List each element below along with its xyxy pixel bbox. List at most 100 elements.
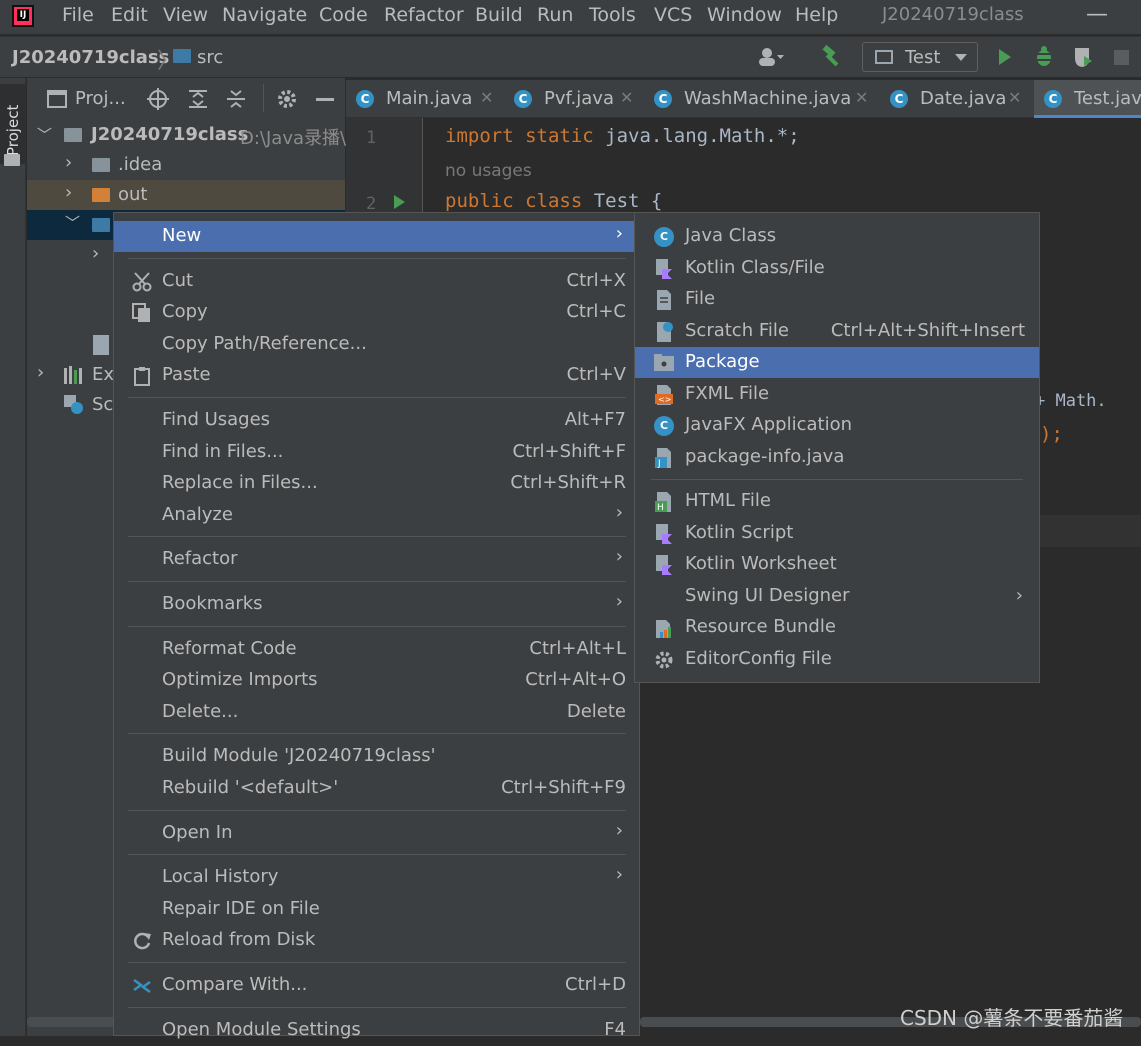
menu-item-local-history[interactable]: Local History › <box>114 862 639 893</box>
build-hammer-icon[interactable] <box>820 44 844 69</box>
hide-panel-icon[interactable] <box>316 98 334 101</box>
run-gutter-icon[interactable] <box>394 195 405 209</box>
stop-icon[interactable] <box>1114 50 1129 65</box>
reload-icon <box>132 931 152 951</box>
menu-item-reformat-code[interactable]: Reformat Code Ctrl+Alt+L <box>114 634 639 665</box>
new-item-java-class[interactable]: C Java Class <box>635 221 1039 252</box>
breadcrumb-project[interactable]: J20240719class <box>12 47 169 68</box>
run-configuration-select[interactable]: Test <box>862 42 978 72</box>
tab-pvf-java[interactable]: C Pvf.java ✕ <box>504 80 639 118</box>
menu-item-shortcut: Alt+F7 <box>564 409 626 430</box>
menu-item-paste[interactable]: Paste Ctrl+V <box>114 360 639 391</box>
config-icon <box>875 50 893 64</box>
menu-item-open-module-settings[interactable]: Open Module Settings F4 <box>114 1015 639 1046</box>
new-item-html-file[interactable]: H HTML File <box>635 486 1039 517</box>
new-item-kotlin-worksheet[interactable]: Kotlin Worksheet <box>635 549 1039 580</box>
menu-item-label: EditorConfig File <box>685 647 832 669</box>
new-item-package[interactable]: Package <box>635 347 1039 378</box>
menu-item-compare-with[interactable]: Compare With... Ctrl+D <box>114 970 639 1001</box>
tab-main-java[interactable]: C Main.java ✕ <box>346 80 501 118</box>
menu-navigate[interactable]: Navigate <box>222 4 307 26</box>
new-item-kotlin-class-file[interactable]: Kotlin Class/File <box>635 253 1039 284</box>
debug-bug-icon[interactable] <box>1033 45 1055 67</box>
close-icon[interactable]: ✕ <box>1008 88 1021 107</box>
new-item-resource-bundle[interactable]: Resource Bundle <box>635 612 1039 643</box>
breadcrumb-src[interactable]: src <box>197 47 223 68</box>
menu-view[interactable]: View <box>163 4 208 26</box>
close-icon[interactable]: ✕ <box>855 88 868 107</box>
menu-separator <box>128 962 626 963</box>
menu-window[interactable]: Window <box>707 4 782 26</box>
gear-icon[interactable] <box>276 88 298 110</box>
new-item-editorconfig-file[interactable]: EditorConfig File <box>635 644 1039 675</box>
menu-file[interactable]: File <box>62 4 94 26</box>
tree-item-idea[interactable]: › .idea <box>27 150 345 180</box>
menu-item-label: Copy Path/Reference... <box>162 332 367 354</box>
scratches-icon <box>64 395 84 415</box>
menu-item-refactor[interactable]: Refactor › <box>114 544 639 575</box>
menu-item-analyze[interactable]: Analyze › <box>114 500 639 531</box>
menu-item-label: Repair IDE on File <box>162 897 320 919</box>
menu-item-repair-ide-on-file[interactable]: Repair IDE on File <box>114 894 639 925</box>
new-item-scratch-file[interactable]: Scratch File Ctrl+Alt+Shift+Insert <box>635 316 1039 347</box>
menu-item-copy[interactable]: Copy Ctrl+C <box>114 297 639 328</box>
menu-refactor[interactable]: Refactor <box>384 4 464 26</box>
menu-item-new[interactable]: New › <box>114 221 639 252</box>
tree-item-out[interactable]: › out <box>27 180 345 210</box>
menu-item-reload-from-disk[interactable]: Reload from Disk <box>114 925 639 956</box>
minimize-button[interactable]: — <box>1086 2 1108 27</box>
menu-item-delete[interactable]: Delete... Delete <box>114 697 639 728</box>
new-item-fxml-file[interactable]: <> FXML File <box>635 379 1039 410</box>
menu-item-rebuild-default[interactable]: Rebuild '<default>' Ctrl+Shift+F9 <box>114 773 639 804</box>
menu-item-replace-in-files[interactable]: Replace in Files... Ctrl+Shift+R <box>114 468 639 499</box>
menu-item-label: Local History <box>162 866 279 888</box>
menu-item-optimize-imports[interactable]: Optimize Imports Ctrl+Alt+O <box>114 665 639 696</box>
project-tool-tab[interactable]: Project <box>0 84 26 164</box>
menu-build[interactable]: Build <box>475 4 523 26</box>
menu-separator <box>128 397 626 398</box>
menu-item-label: Find Usages <box>162 409 271 430</box>
menu-item-bookmarks[interactable]: Bookmarks › <box>114 589 639 620</box>
user-icon[interactable] <box>758 47 784 67</box>
menu-item-label: Kotlin Worksheet <box>685 553 837 574</box>
menu-separator <box>128 854 626 856</box>
menu-item-open-in[interactable]: Open In › <box>114 818 639 849</box>
new-item-package-info-java[interactable]: Jpackage-info.java <box>635 442 1039 473</box>
tab-date-java[interactable]: C Date.java ✕ <box>880 80 1030 118</box>
expand-all-icon[interactable] <box>187 88 209 110</box>
close-icon[interactable]: ✕ <box>620 88 633 107</box>
new-item-javafx-application[interactable]: C JavaFX Application <box>635 410 1039 441</box>
menu-item-copy-path-reference[interactable]: Copy Path/Reference... <box>114 329 639 360</box>
menu-item-shortcut: Ctrl+C <box>566 301 626 323</box>
menu-item-cut[interactable]: Cut Ctrl+X <box>114 266 639 297</box>
line-number: 2 <box>366 194 377 214</box>
menu-vcs[interactable]: VCS <box>654 4 692 26</box>
menu-edit[interactable]: Edit <box>111 4 148 26</box>
menu-separator <box>651 479 1023 480</box>
intellij-logo-icon[interactable]: IJ <box>12 5 34 27</box>
menu-help[interactable]: Help <box>795 4 838 26</box>
menu-item-label: Scratch File <box>685 319 789 341</box>
menu-item-find-in-files[interactable]: Find in Files... Ctrl+Shift+F <box>114 437 639 468</box>
collapse-all-icon[interactable] <box>225 88 247 110</box>
menu-item-label: Delete... <box>162 700 239 722</box>
menu-item-build-module-j20240719class[interactable]: Build Module 'J20240719class' <box>114 741 639 772</box>
current-line-highlight <box>1040 515 1141 547</box>
tab-washmachine-java[interactable]: C WashMachine.java ✕ <box>644 80 874 118</box>
menu-code[interactable]: Code <box>319 4 368 26</box>
menu-item-label: Rebuild '<default>' <box>162 777 339 798</box>
new-item-kotlin-script[interactable]: Kotlin Script <box>635 518 1039 549</box>
menu-run[interactable]: Run <box>537 4 573 26</box>
tree-item-project-root[interactable]: ﹀ J20240719class D:\Java录播\ <box>27 120 346 150</box>
tab-test-java-active[interactable]: C Test.java <box>1034 80 1141 118</box>
menu-item-find-usages[interactable]: Find Usages Alt+F7 <box>114 405 639 436</box>
new-item-swing-ui-designer[interactable]: Swing UI Designer › <box>635 581 1039 612</box>
coverage-icon[interactable] <box>1072 46 1094 68</box>
menu-tools[interactable]: Tools <box>589 4 636 26</box>
project-panel-title[interactable]: Proj... <box>75 88 126 109</box>
tool-window-strip: Project <box>0 78 26 1036</box>
locate-icon[interactable] <box>147 88 169 110</box>
run-icon[interactable] <box>999 49 1011 65</box>
new-item-file[interactable]: File <box>635 284 1039 315</box>
close-icon[interactable]: ✕ <box>480 88 493 107</box>
